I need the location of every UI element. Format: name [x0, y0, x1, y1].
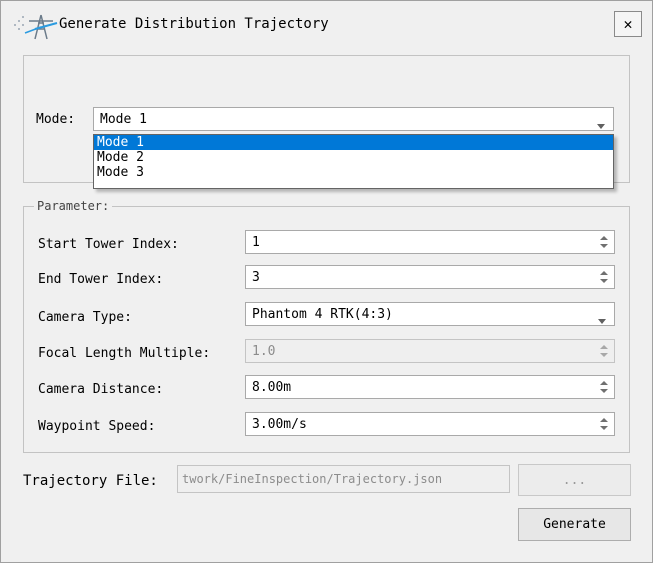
start-tower-index-value: 1 [252, 234, 260, 250]
mode-option-1[interactable]: Mode 1 [94, 135, 613, 150]
start-tower-index-spinbox[interactable]: 1 [245, 230, 615, 254]
parameter-legend: Parameter: [34, 199, 113, 213]
mode-dropdown-list: Mode 1 Mode 2 Mode 3 [93, 134, 614, 189]
spin-arrows-icon[interactable] [600, 380, 608, 394]
waypoint-speed-spinbox[interactable]: 3.00m/s [245, 412, 615, 436]
camera-distance-label: Camera Distance: [38, 382, 164, 397]
end-tower-index-value: 3 [252, 269, 260, 285]
generate-button-label: Generate [543, 517, 606, 532]
browse-button[interactable]: ... [518, 464, 631, 496]
camera-distance-value: 8.00m [252, 379, 292, 395]
waypoint-speed-label: Waypoint Speed: [38, 419, 156, 434]
camera-type-label: Camera Type: [38, 310, 132, 325]
spin-arrows-icon[interactable] [600, 270, 608, 284]
spin-arrows-icon[interactable] [600, 235, 608, 249]
tower-icon [11, 11, 59, 41]
end-tower-index-label: End Tower Index: [38, 272, 164, 287]
end-tower-index-spinbox[interactable]: 3 [245, 265, 615, 289]
chevron-down-icon [598, 313, 606, 324]
close-button[interactable]: ✕ [614, 11, 642, 37]
focal-length-multiple-value: 1.0 [252, 343, 276, 359]
chevron-down-icon [597, 118, 605, 129]
camera-distance-spinbox[interactable]: 8.00m [245, 375, 615, 399]
mode-option-2[interactable]: Mode 2 [94, 150, 613, 165]
mode-select[interactable]: Mode 1 [93, 107, 614, 131]
spin-arrows-icon[interactable] [600, 417, 608, 431]
trajectory-file-path[interactable]: twork/FineInspection/Trajectory.json [177, 465, 510, 493]
focal-length-multiple-spinbox[interactable]: 1.0 [245, 339, 615, 363]
generate-button[interactable]: Generate [518, 508, 631, 541]
generate-trajectory-dialog: Generate Distribution Trajectory ✕ Mode:… [0, 0, 653, 563]
spin-arrows-icon[interactable] [600, 344, 608, 358]
trajectory-file-value: twork/FineInspection/Trajectory.json [182, 472, 443, 486]
focal-length-multiple-label: Focal Length Multiple: [38, 346, 211, 361]
camera-type-select[interactable]: Phantom 4 RTK(4:3) [245, 302, 615, 326]
window-title: Generate Distribution Trajectory [59, 16, 329, 32]
mode-select-value: Mode 1 [100, 111, 147, 127]
trajectory-file-label: Trajectory File: [23, 473, 158, 489]
title-bar[interactable]: Generate Distribution Trajectory ✕ [1, 1, 652, 47]
camera-type-value: Phantom 4 RTK(4:3) [252, 306, 393, 322]
mode-option-3[interactable]: Mode 3 [94, 165, 613, 180]
start-tower-index-label: Start Tower Index: [38, 237, 179, 252]
waypoint-speed-value: 3.00m/s [252, 416, 307, 432]
browse-button-label: ... [562, 472, 587, 488]
close-icon: ✕ [623, 15, 633, 33]
mode-label: Mode: [36, 112, 76, 127]
